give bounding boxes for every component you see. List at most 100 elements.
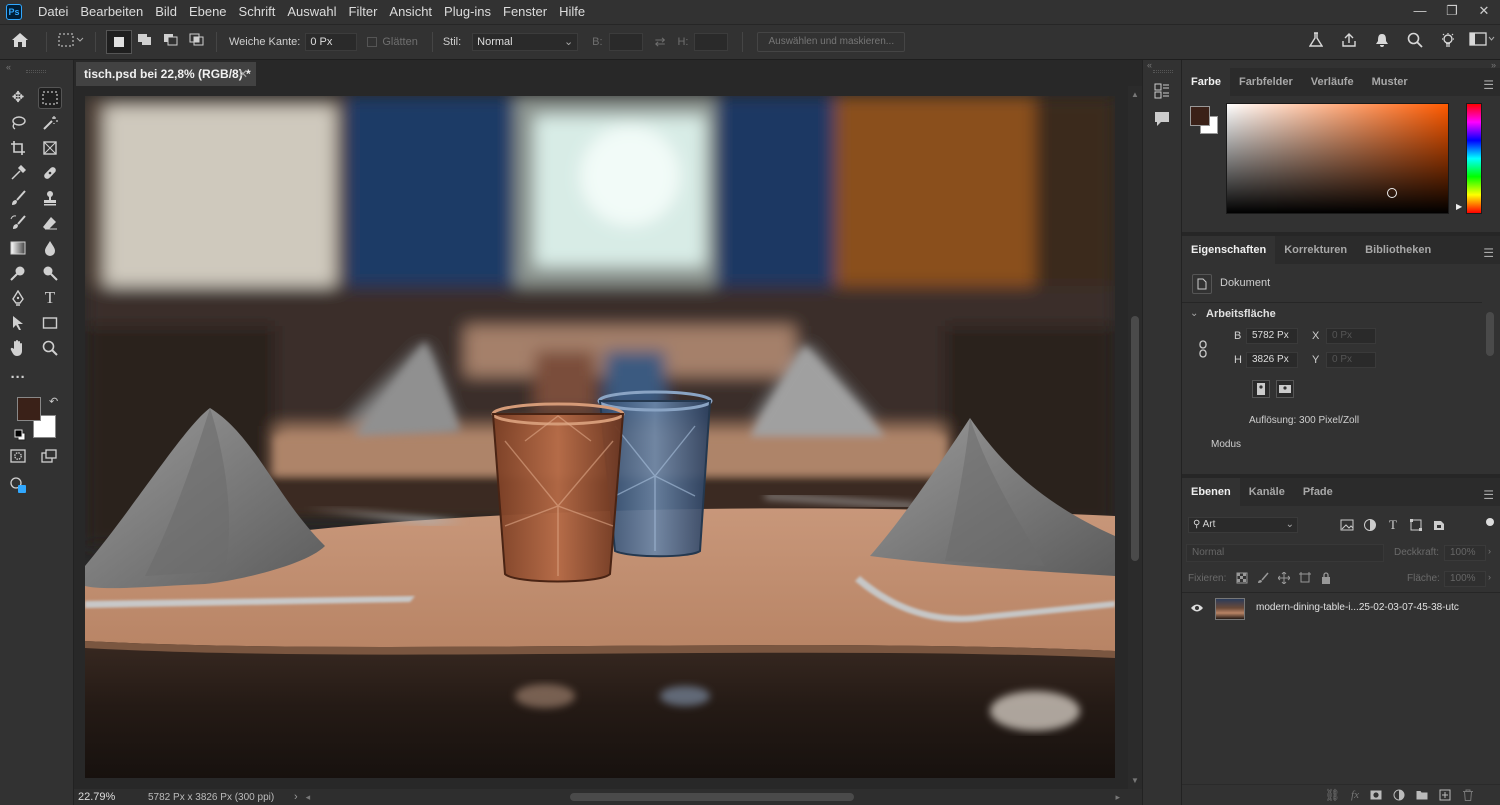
- hue-slider[interactable]: [1466, 103, 1482, 214]
- quick-mask-icon[interactable]: [6, 445, 30, 467]
- intersect-selection-icon[interactable]: [184, 33, 210, 51]
- eraser-tool-icon[interactable]: [38, 212, 62, 234]
- menu-datei[interactable]: Datei: [32, 0, 74, 24]
- path-selection-tool-icon[interactable]: [6, 312, 30, 334]
- blur-tool-icon[interactable]: [38, 237, 62, 259]
- section-collapse-chevron-icon[interactable]: ⌄: [1190, 308, 1198, 319]
- close-tab-icon[interactable]: ✕: [238, 62, 248, 86]
- panel-tab-muster[interactable]: Muster: [1363, 68, 1417, 96]
- type-tool-icon[interactable]: T: [38, 287, 62, 309]
- layer-thumbnail[interactable]: [1215, 598, 1245, 620]
- color-panel-menu-icon[interactable]: ☰: [1483, 78, 1494, 92]
- subtract-selection-icon[interactable]: [158, 33, 184, 51]
- document-tab[interactable]: tisch.psd bei 22,8% (RGB/8) * ✕: [76, 62, 256, 86]
- close-button[interactable]: ✕: [1468, 0, 1500, 24]
- layers-panel-menu-icon[interactable]: ☰: [1483, 488, 1494, 502]
- new-layer-icon[interactable]: [1439, 789, 1451, 801]
- smudge-tool-icon[interactable]: [38, 262, 62, 284]
- status-menu-chevron-icon[interactable]: ›: [294, 791, 298, 803]
- opacity-input[interactable]: 100%: [1444, 545, 1486, 561]
- scroll-left-icon[interactable]: ◂: [306, 792, 311, 803]
- properties-scroll-thumb[interactable]: [1486, 312, 1494, 356]
- artboard-y-input[interactable]: 0 Px: [1326, 352, 1376, 368]
- comments-panel-icon[interactable]: [1153, 110, 1171, 131]
- panel-tab-pfade[interactable]: Pfade: [1294, 478, 1342, 506]
- add-selection-icon[interactable]: [132, 33, 158, 51]
- panel-tab-farbfelder[interactable]: Farbfelder: [1230, 68, 1302, 96]
- delete-layer-trash-icon[interactable]: [1462, 789, 1474, 801]
- filter-type-layer-icon[interactable]: T: [1386, 518, 1400, 532]
- share-for-review-icon[interactable]: [6, 474, 30, 496]
- frame-tool-icon[interactable]: [38, 137, 62, 159]
- panel-tab-kanle[interactable]: Kanäle: [1240, 478, 1294, 506]
- workspace-switcher-icon[interactable]: [1464, 32, 1500, 52]
- eyedropper-tool-icon[interactable]: [6, 162, 30, 184]
- artboard-width-input[interactable]: 5782 Px: [1246, 328, 1298, 344]
- vertical-scrollbar[interactable]: ▲ ▼: [1128, 86, 1142, 789]
- panel-tab-bibliotheken[interactable]: Bibliotheken: [1356, 236, 1440, 264]
- magic-wand-tool-icon[interactable]: [38, 112, 62, 134]
- menu-ansicht[interactable]: Ansicht: [383, 0, 438, 24]
- swap-colors-icon[interactable]: ↶: [49, 395, 58, 408]
- share-icon[interactable]: [1332, 32, 1365, 52]
- marquee-preset-icon[interactable]: [53, 33, 89, 51]
- zoom-tool-icon[interactable]: [38, 337, 62, 359]
- menu-filter[interactable]: Filter: [343, 0, 384, 24]
- feather-input[interactable]: 0 Px: [305, 33, 358, 51]
- menu-schrift[interactable]: Schrift: [233, 0, 282, 24]
- history-panel-icon[interactable]: [1153, 82, 1171, 103]
- height-input[interactable]: [694, 33, 729, 51]
- antialias-checkbox[interactable]: [367, 37, 378, 47]
- menu-hilfe[interactable]: Hilfe: [553, 0, 591, 24]
- layer-filter-select[interactable]: ⚲ Art ⌄: [1188, 517, 1298, 533]
- artboard-height-input[interactable]: 3826 Px: [1246, 352, 1298, 368]
- discover-lightbulb-icon[interactable]: [1431, 32, 1464, 52]
- add-mask-icon[interactable]: [1370, 789, 1382, 801]
- screen-mode-icon[interactable]: [38, 445, 62, 467]
- menu-plugins[interactable]: Plug-ins: [438, 0, 497, 24]
- foreground-color-swatch-top[interactable]: [17, 397, 41, 421]
- menu-auswahl[interactable]: Auswahl: [281, 0, 342, 24]
- default-colors-icon[interactable]: [14, 429, 26, 444]
- document-canvas-image[interactable]: [85, 96, 1115, 778]
- search-icon[interactable]: [1398, 32, 1431, 52]
- menu-ebene[interactable]: Ebene: [183, 0, 233, 24]
- more-tools-icon[interactable]: ···: [6, 367, 30, 389]
- filter-pixel-layer-icon[interactable]: [1340, 518, 1354, 532]
- vertical-scroll-thumb[interactable]: [1131, 316, 1139, 561]
- home-icon[interactable]: [0, 32, 40, 52]
- dodge-tool-icon[interactable]: [6, 262, 30, 284]
- rectangular-marquee-tool-icon[interactable]: [38, 87, 62, 109]
- toolbar-grip[interactable]: [26, 70, 46, 73]
- minimize-button[interactable]: —: [1404, 0, 1436, 24]
- artboard-x-input[interactable]: 0 Px: [1326, 328, 1376, 344]
- gradient-tool-icon[interactable]: [6, 237, 30, 259]
- filter-smart-object-icon[interactable]: [1432, 518, 1446, 532]
- layer-visibility-eye-icon[interactable]: [1190, 602, 1204, 617]
- menu-fenster[interactable]: Fenster: [497, 0, 553, 24]
- color-picker-cursor[interactable]: [1387, 188, 1397, 198]
- fill-input[interactable]: 100%: [1444, 571, 1486, 587]
- healing-brush-tool-icon[interactable]: [38, 162, 62, 184]
- layer-row[interactable]: modern-dining-table-i...25-02-03-07-45-3…: [1182, 594, 1500, 624]
- move-tool-icon[interactable]: ✥: [6, 87, 30, 109]
- notification-bell-icon[interactable]: [1365, 32, 1398, 52]
- history-brush-tool-icon[interactable]: [6, 212, 30, 234]
- filter-shape-layer-icon[interactable]: [1409, 518, 1423, 532]
- swap-dimensions-icon[interactable]: ⇄: [655, 34, 666, 50]
- select-and-mask-button[interactable]: Auswählen und maskieren...: [757, 32, 906, 52]
- layer-style-fx-icon[interactable]: fx: [1351, 789, 1359, 801]
- new-group-folder-icon[interactable]: [1416, 789, 1428, 801]
- filter-adjustment-layer-icon[interactable]: [1363, 518, 1377, 532]
- panel-tab-korrekturen[interactable]: Korrekturen: [1275, 236, 1356, 264]
- new-selection-icon[interactable]: [106, 30, 132, 54]
- crop-tool-icon[interactable]: [6, 137, 30, 159]
- lock-artboard-icon[interactable]: [1299, 572, 1311, 584]
- zoom-level[interactable]: 22.79%: [78, 791, 138, 803]
- brush-tool-icon[interactable]: [6, 187, 30, 209]
- filter-toggle-icon[interactable]: [1486, 518, 1494, 526]
- panel-tab-verlufe[interactable]: Verläufe: [1302, 68, 1363, 96]
- panel-tab-farbe[interactable]: Farbe: [1182, 68, 1230, 96]
- color-panel-foreground-swatch[interactable]: [1190, 106, 1210, 126]
- collapse-icon[interactable]: «: [6, 62, 11, 72]
